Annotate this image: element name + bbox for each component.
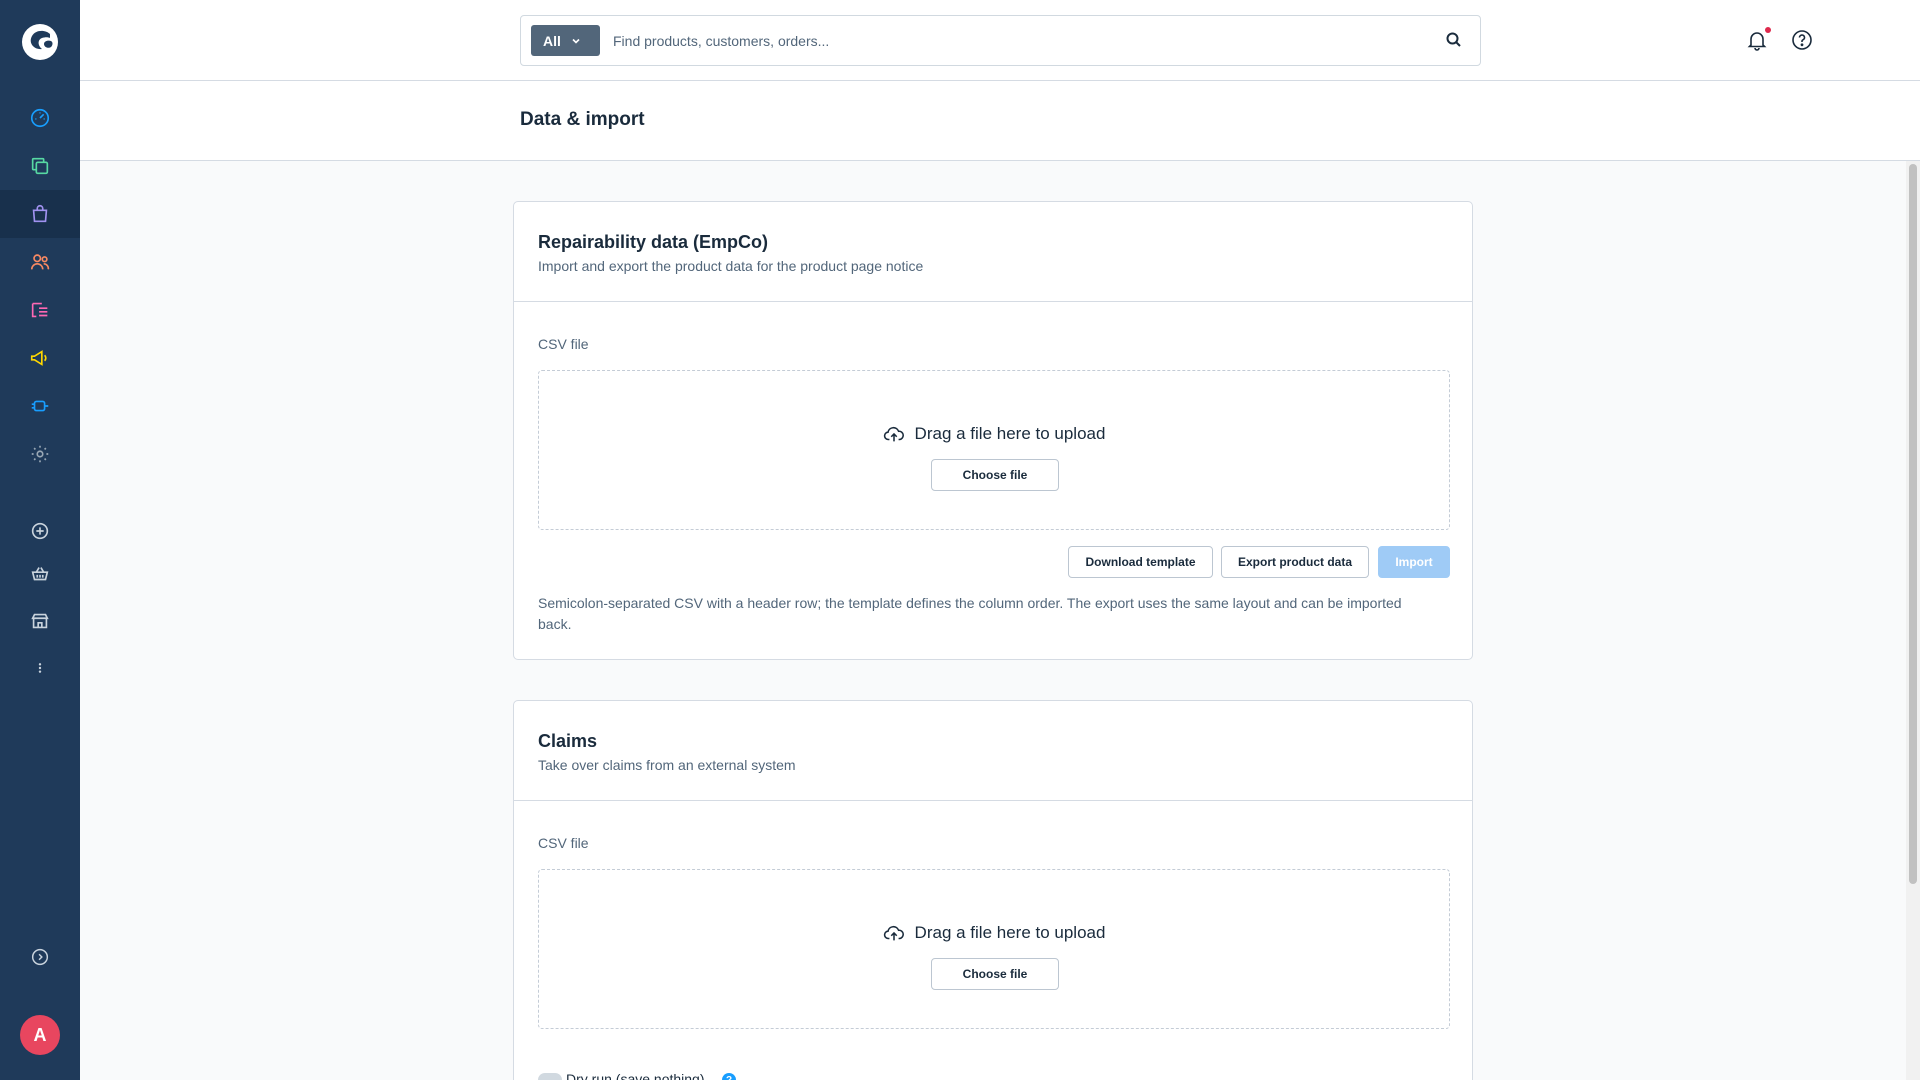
more-vertical-icon bbox=[38, 663, 42, 673]
csv-file-label: CSV file bbox=[538, 336, 589, 352]
chevron-down-icon bbox=[572, 38, 580, 44]
dry-run-label: Dry run (save nothing) bbox=[566, 1071, 705, 1080]
page-header: Data & import bbox=[80, 81, 1920, 161]
help-icon[interactable] bbox=[1790, 28, 1814, 52]
nav-orders[interactable] bbox=[0, 190, 80, 238]
nav-customers[interactable] bbox=[0, 238, 80, 286]
search-type-label: All bbox=[543, 32, 561, 49]
card-subtitle: Take over claims from an external system bbox=[538, 757, 796, 773]
content-icon bbox=[31, 302, 48, 318]
dropzone-text: Drag a file here to upload bbox=[914, 424, 1106, 443]
collapse-sidebar-button[interactable] bbox=[0, 933, 80, 981]
notification-indicator bbox=[1765, 27, 1771, 33]
nav-content[interactable] bbox=[0, 286, 80, 334]
nav-marketing[interactable] bbox=[0, 334, 80, 382]
extensions-icon bbox=[31, 400, 49, 412]
nav-dashboard[interactable] bbox=[0, 94, 80, 142]
card-header: Claims Take over claims from an external… bbox=[514, 701, 1472, 801]
scrollbar-thumb[interactable] bbox=[1909, 164, 1917, 884]
nav-sales-channel-storefront[interactable] bbox=[0, 550, 80, 598]
top-bar: All bbox=[80, 0, 1920, 81]
search-type-select[interactable]: All bbox=[531, 25, 600, 56]
dropzone-prompt: Drag a file here to upload bbox=[539, 922, 1449, 944]
card-subtitle: Import and export the product data for t… bbox=[538, 258, 924, 274]
dashboard-icon bbox=[30, 108, 50, 128]
chevron-right-circle-icon bbox=[31, 948, 49, 966]
sidebar: A bbox=[0, 0, 80, 1080]
import-button[interactable]: Import bbox=[1378, 546, 1450, 578]
choose-file-button[interactable]: Choose file bbox=[931, 958, 1059, 990]
basket-icon bbox=[31, 567, 49, 581]
storefront-icon bbox=[31, 613, 49, 629]
dropzone-text: Drag a file here to upload bbox=[914, 923, 1106, 942]
choose-file-button[interactable]: Choose file bbox=[931, 459, 1059, 491]
download-template-button[interactable]: Download template bbox=[1068, 546, 1213, 578]
nav-settings[interactable] bbox=[0, 430, 80, 478]
orders-icon bbox=[32, 204, 48, 223]
dropzone-prompt: Drag a file here to upload bbox=[539, 423, 1449, 445]
repairability-card: Repairability data (EmpCo) Import and ex… bbox=[513, 201, 1473, 660]
catalogue-icon bbox=[31, 157, 49, 175]
export-product-data-button[interactable]: Export product data bbox=[1221, 546, 1369, 578]
global-search: All bbox=[520, 15, 1481, 66]
shopware-logo-icon[interactable] bbox=[20, 22, 60, 62]
user-avatar[interactable]: A bbox=[20, 1015, 60, 1055]
claims-card: Claims Take over claims from an external… bbox=[513, 700, 1473, 1080]
main-content: Repairability data (EmpCo) Import and ex… bbox=[80, 161, 1920, 1080]
nav-add-sales-channel[interactable] bbox=[0, 507, 80, 555]
search-input[interactable] bbox=[613, 26, 1413, 56]
dry-run-help-icon[interactable]: ? bbox=[722, 1073, 736, 1080]
cloud-upload-icon bbox=[883, 426, 904, 442]
page-title: Data & import bbox=[520, 109, 645, 130]
card-title: Claims bbox=[538, 731, 598, 751]
file-dropzone[interactable]: Drag a file here to upload Choose file bbox=[538, 370, 1450, 530]
csv-file-label: CSV file bbox=[538, 835, 589, 851]
nav-extensions[interactable] bbox=[0, 382, 80, 430]
nav-catalogues[interactable] bbox=[0, 142, 80, 190]
nav-sales-channel-headless[interactable] bbox=[0, 597, 80, 645]
card-header: Repairability data (EmpCo) Import and ex… bbox=[514, 202, 1472, 302]
search-icon[interactable] bbox=[1444, 30, 1464, 50]
file-dropzone[interactable]: Drag a file here to upload Choose file bbox=[538, 869, 1450, 1029]
customers-icon bbox=[30, 254, 50, 270]
dry-run-toggle[interactable] bbox=[538, 1073, 562, 1080]
card-title: Repairability data (EmpCo) bbox=[538, 232, 769, 252]
cloud-upload-icon bbox=[883, 925, 904, 941]
scrollbar[interactable] bbox=[1906, 161, 1920, 1080]
settings-icon bbox=[31, 445, 49, 463]
plus-circle-icon bbox=[31, 522, 49, 540]
nav-more[interactable] bbox=[0, 644, 80, 692]
csv-help-text: Semicolon-separated CSV with a header ro… bbox=[538, 595, 1402, 632]
marketing-icon bbox=[30, 350, 47, 366]
